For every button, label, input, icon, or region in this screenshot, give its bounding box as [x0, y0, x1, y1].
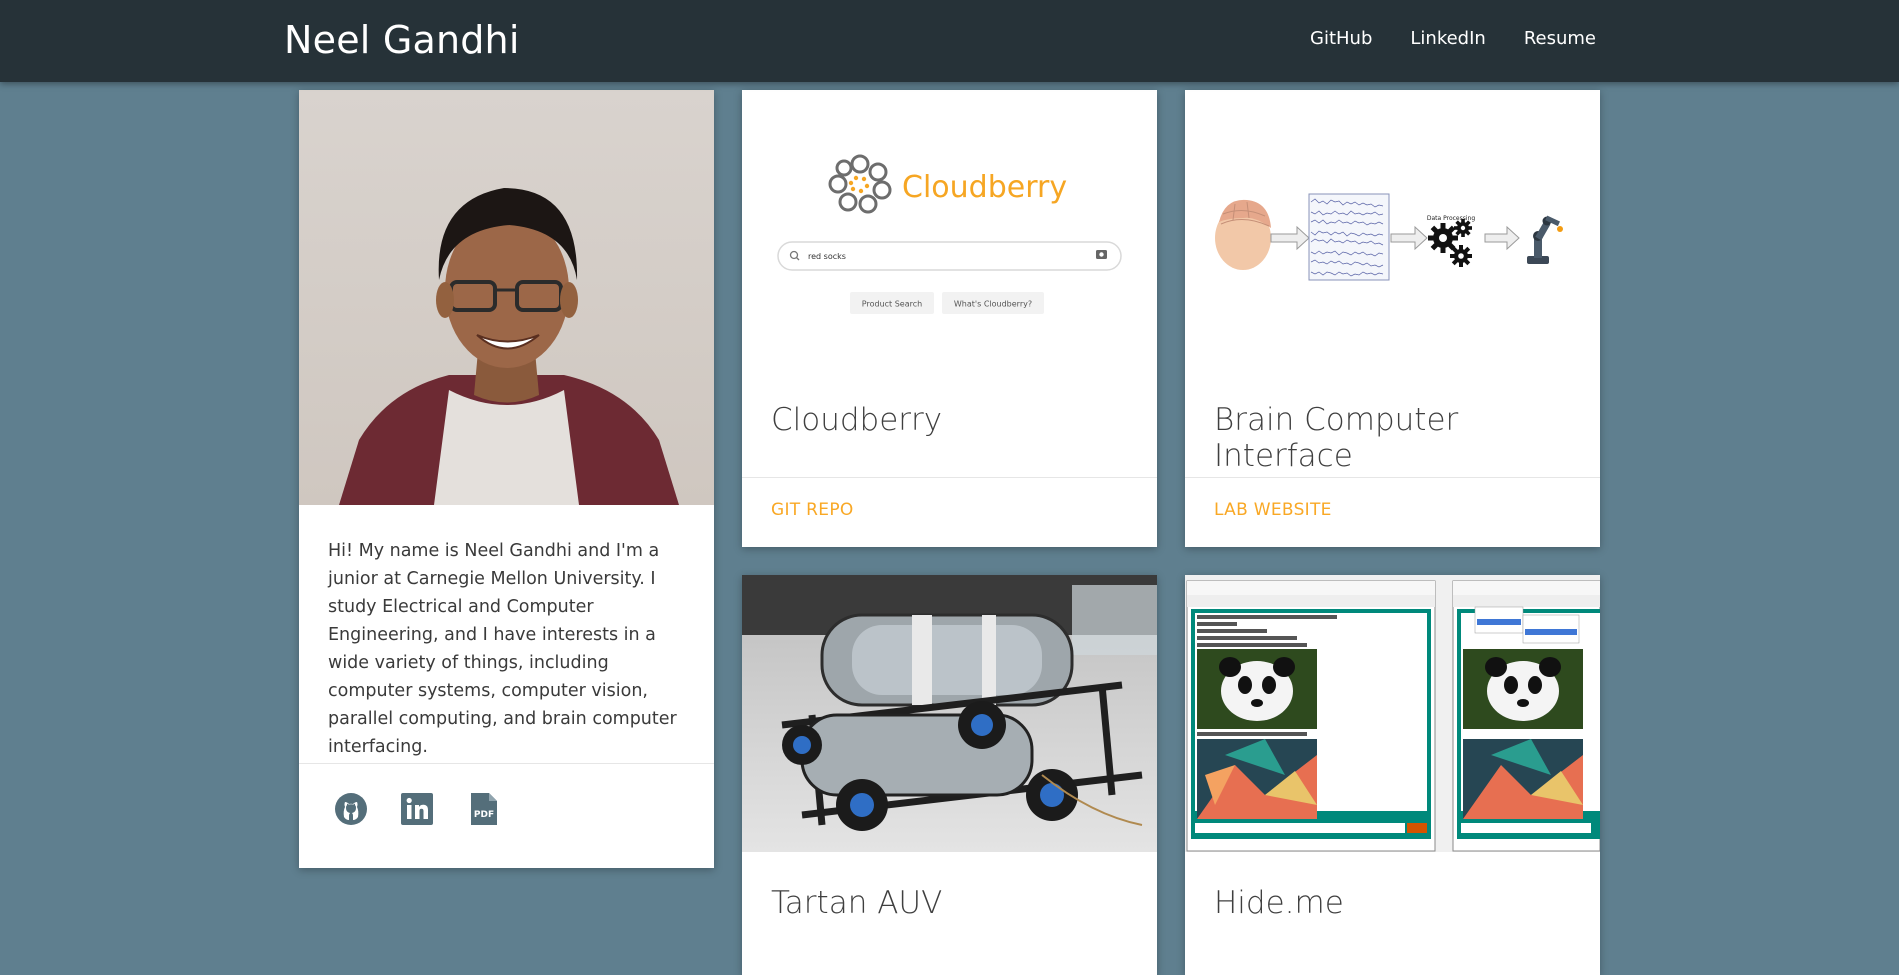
profile-card: Hi! My name is Neel Gandhi and I'm a jun… — [299, 90, 714, 868]
github-icon[interactable] — [328, 786, 374, 832]
cloudberry-logo-text: Cloudberry — [902, 170, 1067, 205]
project-title: Brain Computer Interface — [1214, 402, 1459, 474]
cloudberry-screenshot: Cloudberry red socks Product Search What… — [742, 90, 1157, 367]
pdf-icon-label: PDF — [474, 810, 494, 820]
cloudberry-btn-product-search: Product Search — [862, 300, 922, 309]
hideme-screenshot — [1185, 575, 1600, 852]
nav-links: GitHub LinkedIn Resume — [1310, 28, 1596, 49]
brand-logo[interactable]: Neel Gandhi — [284, 18, 520, 62]
cloudberry-search-value: red socks — [808, 252, 846, 261]
profile-photo — [299, 90, 714, 505]
project-card-bci: Data Processing Brain Computer Interface… — [1185, 90, 1600, 547]
linkedin-icon[interactable] — [394, 786, 440, 832]
nav-link-linkedin[interactable]: LinkedIn — [1410, 28, 1485, 49]
cloudberry-btn-whats: What's Cloudberry? — [954, 300, 1032, 309]
project-card-tartan-auv: Tartan AUV — [742, 575, 1157, 975]
project-card-hide-me: Hide.me — [1185, 575, 1600, 975]
profile-social-links: PDF — [299, 763, 714, 867]
project-title: Cloudberry — [771, 402, 943, 438]
project-title: Tartan AUV — [771, 885, 943, 921]
nav-link-github[interactable]: GitHub — [1310, 28, 1372, 49]
bci-diagram: Data Processing — [1185, 90, 1600, 367]
profile-bio: Hi! My name is Neel Gandhi and I'm a jun… — [328, 541, 677, 757]
project-action: GIT REPO — [742, 477, 1157, 547]
git-repo-link[interactable]: GIT REPO — [771, 500, 854, 520]
nav-link-resume[interactable]: Resume — [1524, 28, 1596, 49]
lab-website-link[interactable]: LAB WEBSITE — [1214, 500, 1332, 520]
project-title: Hide.me — [1214, 885, 1344, 921]
project-action: LAB WEBSITE — [1185, 477, 1600, 547]
project-card-cloudberry: Cloudberry red socks Product Search What… — [742, 90, 1157, 547]
auv-photo — [742, 575, 1157, 852]
pdf-icon[interactable]: PDF — [460, 786, 506, 832]
navbar: Neel Gandhi GitHub LinkedIn Resume — [0, 0, 1899, 82]
